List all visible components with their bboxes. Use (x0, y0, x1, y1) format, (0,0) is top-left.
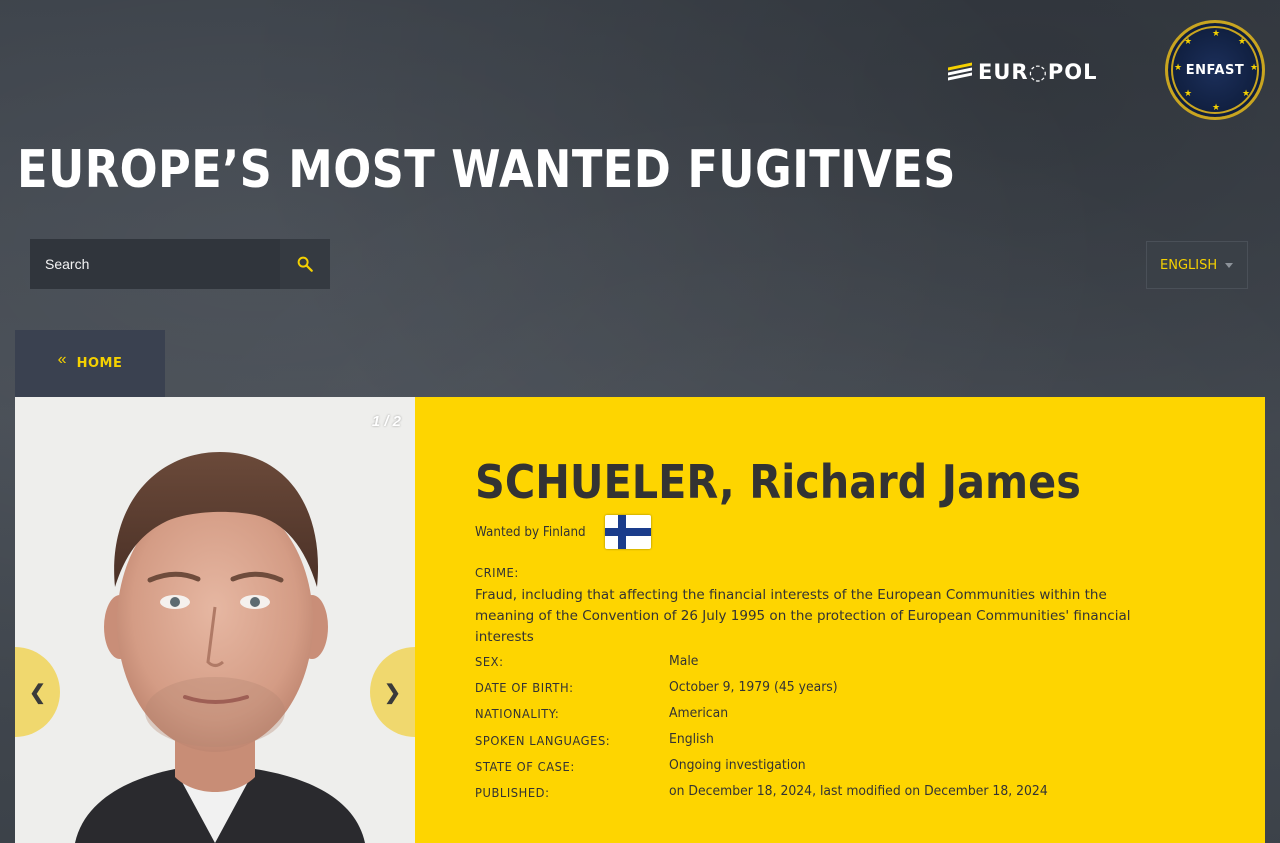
finland-flag-icon (605, 515, 652, 549)
dob-label: DATE OF BIRTH: (475, 680, 574, 695)
photo-counter: 1 / 2 (371, 413, 401, 430)
crime-value: Fraud, including that affecting the fina… (475, 587, 1131, 645)
state-value: Ongoing investigation (669, 757, 806, 773)
crime-label: CRIME: (475, 565, 519, 580)
star-icon: ★ (1184, 36, 1193, 46)
nationality-label: NATIONALITY: (475, 706, 560, 721)
double-chevron-left-icon: « (57, 350, 67, 368)
language-selected: ENGLISH (1160, 257, 1218, 273)
star-icon: ★ (1242, 88, 1251, 98)
fugitive-details: SCHUELER, Richard James Wanted by Finlan… (415, 397, 1265, 843)
fugitive-name: SCHUELER, Richard James (475, 455, 1081, 509)
search-input[interactable] (30, 239, 280, 289)
chevron-down-icon (1225, 263, 1233, 268)
star-icon: ★ (1250, 62, 1259, 72)
sex-value: Male (669, 653, 699, 669)
enfast-logo[interactable]: ★ ★ ★ ★ ★ ★ ★ ★ ENFAST (1165, 20, 1265, 120)
star-icon: ★ (1174, 62, 1183, 72)
language-select[interactable]: ENGLISH (1146, 241, 1248, 289)
star-icon: ★ (1238, 36, 1247, 46)
search-icon (297, 256, 313, 272)
wanted-by-text: Wanted by Finland (475, 524, 586, 540)
enfast-logo-text: ENFAST (1185, 62, 1245, 78)
home-label: HOME (76, 356, 123, 371)
published-value: on December 18, 2024, last modified on D… (669, 783, 1048, 799)
state-label: STATE OF CASE: (475, 759, 575, 774)
published-label: PUBLISHED: (475, 785, 550, 800)
page-title: EUROPE’S MOST WANTED FUGITIVES (17, 140, 956, 200)
search-button[interactable] (280, 239, 330, 289)
europol-logo-text: EUR◌POL (978, 60, 1098, 84)
search-box (30, 239, 330, 289)
fugitive-photo (15, 397, 415, 843)
languages-value: English (669, 731, 714, 747)
photo-gallery: 1 / 2 ❮ ❯ (15, 397, 415, 843)
home-link[interactable]: « HOME (15, 330, 165, 397)
nationality-value: American (669, 705, 729, 721)
star-icon: ★ (1212, 102, 1221, 112)
sex-label: SEX: (475, 654, 504, 669)
chevron-right-icon: ❯ (384, 681, 401, 704)
chevron-left-icon: ❮ (29, 681, 46, 704)
languages-label: SPOKEN LANGUAGES: (475, 733, 611, 748)
europol-mark-icon (948, 61, 972, 81)
star-icon: ★ (1212, 28, 1221, 38)
europol-logo[interactable]: EUR◌POL (948, 60, 1124, 84)
wanted-by-row: Wanted by Finland (475, 515, 652, 549)
star-icon: ★ (1184, 88, 1193, 98)
dob-value: October 9, 1979 (45 years) (669, 679, 838, 695)
